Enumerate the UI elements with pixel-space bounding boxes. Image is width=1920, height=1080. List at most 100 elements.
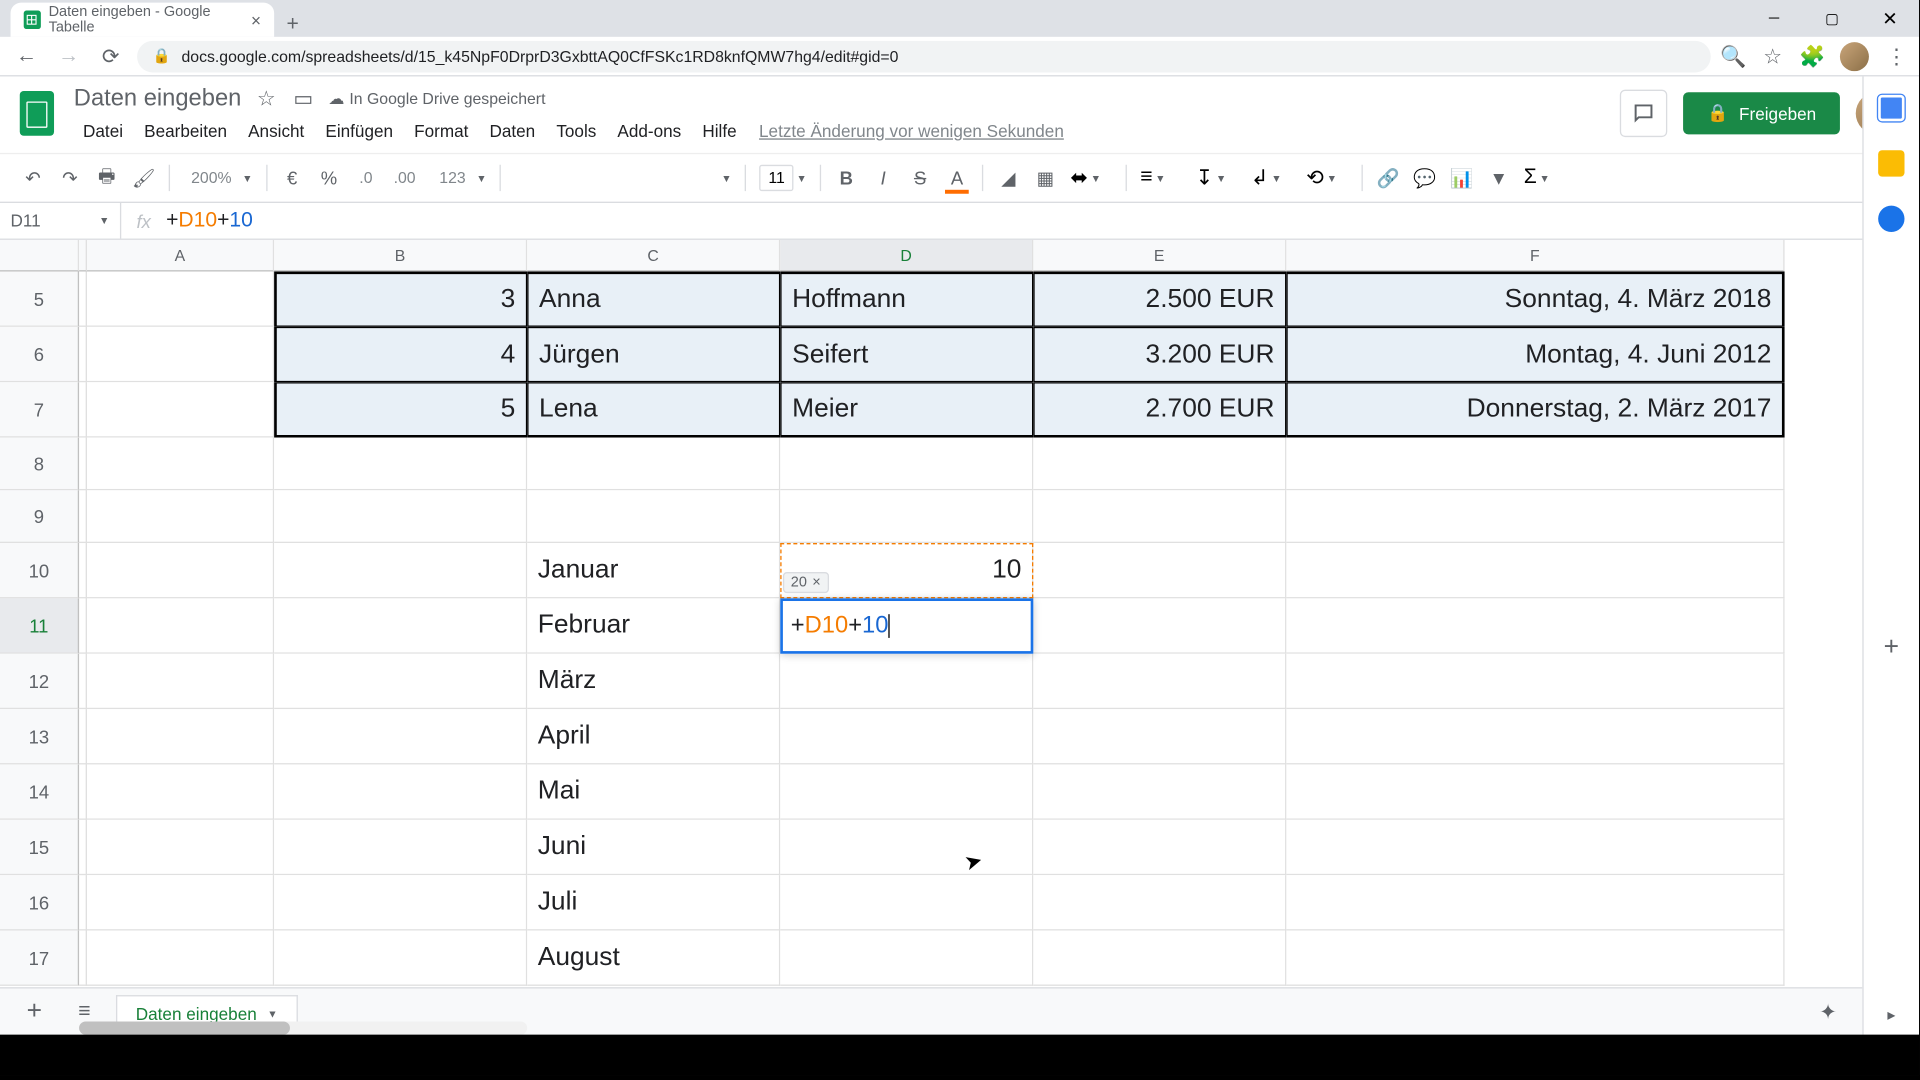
menu-data[interactable]: Daten [480, 117, 544, 145]
row-header-13[interactable]: 13 [0, 709, 79, 764]
cell-c15[interactable]: Juni [527, 820, 780, 875]
cell-a7[interactable] [87, 382, 274, 437]
column-header-c[interactable]: C [527, 240, 780, 272]
spreadsheet-grid[interactable]: A B C D E F 5 3 Anna Hoffmann 2.500 EUR … [0, 240, 1919, 994]
cell-a9[interactable] [87, 490, 274, 543]
column-header-a[interactable]: A [87, 240, 274, 272]
row-header-5[interactable]: 5 [0, 272, 79, 327]
cell-c7[interactable]: Lena [527, 382, 780, 437]
column-header-b[interactable]: B [274, 240, 527, 272]
cell-a6[interactable] [87, 327, 274, 382]
cell-f11[interactable] [1286, 598, 1784, 653]
add-sheet-button[interactable]: + [16, 993, 53, 1030]
cell-c17[interactable]: August [527, 931, 780, 986]
name-box[interactable]: D11 ▼ [0, 203, 121, 239]
menu-file[interactable]: Datei [74, 117, 132, 145]
browser-menu-icon[interactable]: ⋮ [1885, 44, 1909, 68]
cell-e10[interactable] [1033, 543, 1286, 598]
row-header-11[interactable]: 11 [0, 598, 79, 653]
cell-b7[interactable]: 5 [274, 382, 527, 437]
row-header-15[interactable]: 15 [0, 820, 79, 875]
cell-c5[interactable]: Anna [527, 272, 780, 327]
row-header-10[interactable]: 10 [0, 543, 79, 598]
move-icon[interactable]: ▭ [291, 85, 315, 111]
column-header-d[interactable]: D [780, 240, 1033, 272]
cell-d7[interactable]: Meier [780, 382, 1033, 437]
decrease-decimal-button[interactable]: .0 [349, 161, 383, 195]
cell-b10[interactable] [274, 543, 527, 598]
column-header-e[interactable]: E [1033, 240, 1286, 272]
percent-button[interactable]: % [312, 161, 346, 195]
insert-link-button[interactable]: 🔗 [1371, 161, 1405, 195]
horizontal-align-button[interactable]: ≡▼ [1135, 166, 1188, 190]
italic-button[interactable]: I [866, 161, 900, 195]
cell-e9[interactable] [1033, 490, 1286, 543]
cell-d11-editing[interactable]: 20× +D10+10 [780, 598, 1033, 653]
cell-b11[interactable] [274, 598, 527, 653]
menu-view[interactable]: Ansicht [239, 117, 314, 145]
insert-chart-button[interactable]: 📊 [1445, 161, 1479, 195]
horizontal-scrollbar[interactable] [79, 1021, 527, 1034]
cell-f10[interactable] [1286, 543, 1784, 598]
menu-addons[interactable]: Add-ons [608, 117, 690, 145]
increase-decimal-button[interactable]: .00 [386, 161, 424, 195]
cell-b8[interactable] [274, 438, 527, 491]
sheets-logo-icon[interactable] [11, 87, 64, 140]
text-color-button[interactable]: A [940, 161, 974, 195]
back-button[interactable]: ← [11, 40, 43, 72]
insert-comment-button[interactable]: 💬 [1408, 161, 1442, 195]
cell-b6[interactable]: 4 [274, 327, 527, 382]
row-header-14[interactable]: 14 [0, 764, 79, 819]
menu-edit[interactable]: Bearbeiten [135, 117, 236, 145]
text-rotation-button[interactable]: ⟲▼ [1301, 165, 1354, 191]
cell-e5[interactable]: 2.500 EUR [1033, 272, 1286, 327]
row-header-16[interactable]: 16 [0, 875, 79, 930]
cell-c9[interactable] [527, 490, 780, 543]
column-header-f[interactable]: F [1286, 240, 1784, 272]
fill-color-button[interactable]: ◢ [991, 161, 1025, 195]
borders-button[interactable]: ▦ [1028, 161, 1062, 195]
print-button[interactable]: 🖶 [90, 161, 124, 195]
extensions-icon[interactable]: 🧩 [1800, 44, 1824, 68]
share-button[interactable]: 🔒 Freigeben [1683, 92, 1839, 134]
bold-button[interactable]: B [829, 161, 863, 195]
formula-input[interactable]: +D10+10 [166, 209, 1919, 233]
undo-button[interactable]: ↶ [16, 161, 50, 195]
cell-a8[interactable] [87, 438, 274, 491]
cell-c10[interactable]: Januar [527, 543, 780, 598]
menu-insert[interactable]: Einfügen [316, 117, 402, 145]
reload-button[interactable]: ⟳ [95, 40, 127, 72]
zoom-indicator-icon[interactable]: 🔍 [1721, 44, 1745, 68]
cell-c8[interactable] [527, 438, 780, 491]
row-header-12[interactable]: 12 [0, 654, 79, 709]
text-wrap-button[interactable]: ↲▼ [1246, 165, 1299, 191]
cell-c12[interactable]: März [527, 654, 780, 709]
paint-format-button[interactable]: 🖌 [127, 161, 161, 195]
cell-b5[interactable]: 3 [274, 272, 527, 327]
cell-a10[interactable] [87, 543, 274, 598]
cell-f6[interactable]: Montag, 4. Juni 2012 [1286, 327, 1784, 382]
cell-e7[interactable]: 2.700 EUR [1033, 382, 1286, 437]
cell-d8[interactable] [780, 438, 1033, 491]
redo-button[interactable]: ↷ [53, 161, 87, 195]
cell-e8[interactable] [1033, 438, 1286, 491]
cell-e11[interactable] [1033, 598, 1286, 653]
cell-a11[interactable] [87, 598, 274, 653]
cell-c6[interactable]: Jürgen [527, 327, 780, 382]
tab-close-button[interactable]: × [251, 10, 261, 30]
keep-icon[interactable] [1878, 150, 1904, 176]
close-window-button[interactable]: ✕ [1861, 0, 1919, 37]
bookmark-icon[interactable]: ☆ [1761, 44, 1785, 68]
browser-profile-avatar[interactable] [1840, 42, 1869, 71]
calendar-icon[interactable] [1878, 95, 1904, 121]
cell-e6[interactable]: 3.200 EUR [1033, 327, 1286, 382]
functions-button[interactable]: Σ▼ [1518, 166, 1571, 190]
cell-c13[interactable]: April [527, 709, 780, 764]
select-all-corner[interactable] [0, 240, 79, 272]
browser-tab-active[interactable]: Daten eingeben - Google Tabelle × [11, 3, 275, 37]
cell-f5[interactable]: Sonntag, 4. März 2018 [1286, 272, 1784, 327]
number-format-dropdown[interactable]: 123▼ [426, 169, 492, 187]
menu-help[interactable]: Hilfe [693, 117, 746, 145]
cell-a5[interactable] [87, 272, 274, 327]
explore-button[interactable]: ✦ [1810, 993, 1847, 1030]
